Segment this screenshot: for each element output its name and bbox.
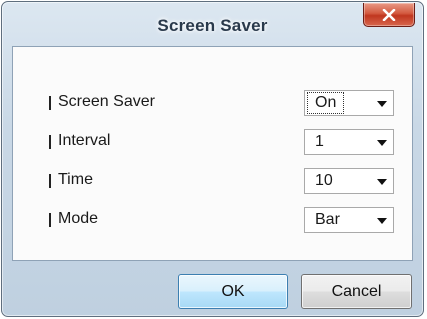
setting-row-interval: Interval 1 [13,129,412,155]
row-marker [49,213,51,227]
setting-label: Time [58,171,93,188]
interval-select[interactable]: 1 [304,129,394,155]
chevron-down-icon [377,101,387,107]
setting-row-mode: Mode Bar [13,207,412,233]
dialog-title: Screen Saver [157,16,268,35]
time-select[interactable]: 10 [304,168,394,194]
close-x-icon [382,8,396,21]
dialog-window: Screen Saver Screen Saver On Interval 1 [1,1,424,317]
chevron-down-icon [377,218,387,224]
select-value: On [306,92,345,114]
chevron-down-icon [377,179,387,185]
row-marker [49,174,51,188]
setting-label: Mode [58,210,99,227]
setting-row-time: Time 10 [13,168,412,194]
row-marker [49,135,51,149]
settings-panel: Screen Saver On Interval 1 Time 10 Mode … [12,46,413,261]
screen-saver-select[interactable]: On [304,90,394,116]
setting-label: Screen Saver [58,93,155,110]
setting-label: Interval [58,132,111,149]
select-value: Bar [315,211,340,228]
ok-button[interactable]: OK [178,274,288,309]
row-marker [49,96,51,110]
setting-row-screen-saver: Screen Saver On [13,90,412,116]
mode-select[interactable]: Bar [304,207,394,233]
select-value: 1 [315,133,324,150]
chevron-down-icon [377,140,387,146]
select-value: 10 [315,172,333,189]
close-button[interactable] [363,3,415,27]
cancel-button[interactable]: Cancel [301,274,412,309]
title-bar[interactable]: Screen Saver [2,2,423,46]
